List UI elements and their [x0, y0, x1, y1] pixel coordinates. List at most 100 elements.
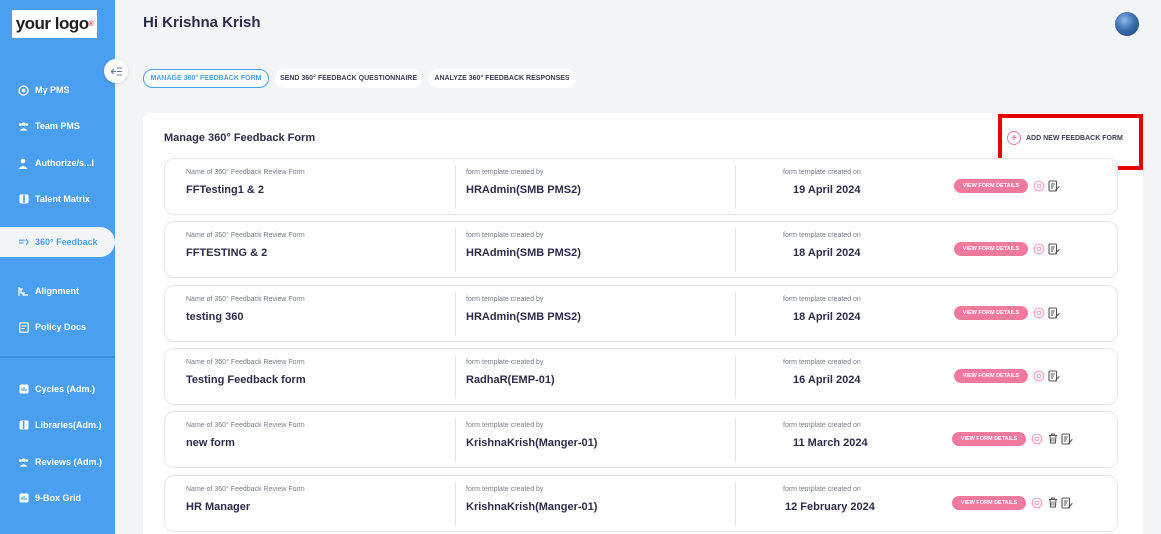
table-row: Name of 360° Feedback Review Form Testing… — [164, 348, 1118, 405]
edit-document-icon[interactable] — [1048, 369, 1060, 382]
logo-mark: ® — [88, 20, 94, 28]
table-row: Name of 360° Feedback Review Form testing… — [164, 285, 1118, 342]
column-divider — [455, 418, 456, 462]
created-by-value: KrishnaKrish(Manger-01) — [466, 437, 598, 449]
edit-document-icon[interactable] — [1061, 496, 1073, 509]
edit-document-icon[interactable] — [1048, 179, 1060, 192]
table-row: Name of 360° Feedback Review Form FFTESTI… — [164, 221, 1118, 278]
view-form-details-button[interactable]: VIEW FORM DETAILS — [954, 179, 1028, 193]
table-row: Name of 360° Feedback Review Form HR Mana… — [164, 475, 1118, 532]
column-divider — [455, 482, 456, 526]
column-divider — [455, 355, 456, 399]
edit-document-icon[interactable] — [1061, 432, 1073, 445]
column-divider — [735, 292, 736, 336]
tab-manage-feedback-form[interactable]: MANAGE 360° FEEDBACK FORM — [143, 69, 269, 88]
sidebar-item-360-feedback[interactable]: 360° Feedback — [0, 227, 115, 257]
settings-icon[interactable] — [1033, 179, 1045, 192]
grid-icon — [18, 493, 29, 504]
target-icon — [18, 84, 29, 96]
created-by-value: HRAdmin(SMB PMS2) — [466, 184, 581, 196]
column-divider — [455, 165, 456, 209]
created-on-value: 18 April 2024 — [793, 247, 861, 259]
sidebar-item-authorize-s-l[interactable]: Authorize/s...l — [0, 145, 115, 181]
company-logo[interactable]: your logo ® — [12, 10, 97, 38]
created-by-value: HRAdmin(SMB PMS2) — [466, 311, 581, 323]
trash-icon[interactable] — [1047, 496, 1059, 509]
settings-icon[interactable] — [1033, 306, 1045, 319]
sidebar-item-talent-matrix[interactable]: Talent Matrix — [0, 181, 115, 217]
collapse-sidebar-button[interactable] — [104, 59, 128, 83]
form-name-value: FFTESTING & 2 — [186, 247, 268, 259]
created-on-label: form template created on — [783, 232, 861, 239]
created-on-label: form template created on — [783, 359, 861, 366]
form-name-label: Name of 360° Feedback Review Form — [186, 232, 305, 239]
tab-send-feedback-questionnaire[interactable]: SEND 360° FEEDBACK QUESTIONNAIRE — [275, 69, 422, 88]
created-on-value: 16 April 2024 — [793, 374, 861, 386]
collapse-menu-icon — [110, 66, 122, 76]
settings-icon[interactable] — [1031, 496, 1043, 509]
sidebar-item-libraries-adm[interactable]: Libraries(Adm.) — [0, 407, 115, 443]
column-divider — [735, 355, 736, 399]
user-check-icon — [18, 158, 29, 169]
user-avatar[interactable] — [1115, 12, 1139, 36]
sidebar-item-label: My PMS — [35, 85, 70, 95]
created-on-label: form template created on — [783, 169, 861, 176]
greeting-heading: Hi Krishna Krish — [143, 14, 261, 31]
form-name-label: Name of 360° Feedback Review Form — [186, 422, 305, 429]
sidebar-item-label: Libraries(Adm.) — [35, 420, 102, 430]
created-by-label: form template created by — [466, 232, 544, 239]
logo-text: your logo — [15, 14, 89, 33]
tab-analyze-feedback-responses[interactable]: ANALYZE 360° FEEDBACK RESPONSES — [428, 69, 576, 88]
view-form-details-button[interactable]: VIEW FORM DETAILS — [954, 306, 1028, 320]
sidebar-item-label: 9-Box Grid — [35, 493, 82, 503]
created-on-value: 11 March 2024 — [793, 437, 868, 449]
column-divider — [455, 292, 456, 336]
sidebar-item-label: Talent Matrix — [35, 194, 90, 204]
edit-document-icon[interactable] — [1048, 306, 1060, 319]
column-divider — [735, 418, 736, 462]
created-by-label: form template created by — [466, 359, 544, 366]
form-name-label: Name of 360° Feedback Review Form — [186, 359, 305, 366]
created-on-value: 19 April 2024 — [793, 184, 861, 196]
team-icon — [18, 121, 29, 132]
sidebar-item-alignment[interactable]: Alignment — [0, 273, 115, 309]
sidebar-item-cycles-adm[interactable]: Cycles (Adm.) — [0, 371, 115, 407]
sidebar-item-label: 360° Feedback — [35, 237, 98, 247]
table-row: Name of 360° Feedback Review Form FFTesti… — [164, 158, 1118, 215]
library-icon — [18, 420, 29, 431]
view-form-details-button[interactable]: VIEW FORM DETAILS — [954, 369, 1028, 383]
form-name-label: Name of 360° Feedback Review Form — [186, 169, 305, 176]
sidebar-item-label: Team PMS — [35, 121, 80, 131]
view-form-details-button[interactable]: VIEW FORM DETAILS — [954, 242, 1028, 256]
add-new-feedback-form-button[interactable]: + ADD NEW FEEDBACK FORM — [1007, 131, 1123, 145]
view-form-details-button[interactable]: VIEW FORM DETAILS — [952, 496, 1026, 510]
sidebar-item-policy-docs[interactable]: Policy Docs — [0, 309, 115, 345]
form-name-label: Name of 360° Feedback Review Form — [186, 296, 305, 303]
matrix-icon — [18, 194, 29, 205]
form-name-value: new form — [186, 437, 235, 449]
settings-icon[interactable] — [1033, 369, 1045, 382]
created-on-value: 12 February 2024 — [785, 501, 875, 513]
add-new-label: ADD NEW FEEDBACK FORM — [1026, 134, 1123, 142]
trash-icon[interactable] — [1047, 432, 1059, 445]
column-divider — [735, 228, 736, 272]
document-icon — [18, 321, 29, 333]
created-on-label: form template created on — [783, 486, 861, 493]
sidebar-item-label: Cycles (Adm.) — [35, 384, 96, 394]
created-on-label: form template created on — [783, 422, 861, 429]
form-name-value: FFTesting1 & 2 — [186, 184, 265, 196]
settings-icon[interactable] — [1031, 432, 1043, 445]
sidebar-item-label: Policy Docs — [35, 322, 87, 332]
sidebar-item-9-box-grid[interactable]: 9-Box Grid — [0, 480, 115, 516]
panel-title: Manage 360° Feedback Form — [164, 132, 316, 144]
sidebar-item-reviews-adm[interactable]: Reviews (Adm.) — [0, 444, 115, 480]
edit-document-icon[interactable] — [1048, 242, 1060, 255]
sidebar-item-team-pms[interactable]: Team PMS — [0, 108, 115, 144]
view-form-details-button[interactable]: VIEW FORM DETAILS — [952, 432, 1026, 446]
form-name-value: Testing Feedback form — [186, 374, 306, 386]
created-by-label: form template created by — [466, 296, 544, 303]
settings-icon[interactable] — [1033, 242, 1045, 255]
form-name-value: HR Manager — [186, 501, 251, 513]
sidebar-item-my-pms[interactable]: My PMS — [0, 72, 115, 108]
sidebar-item-label: Alignment — [35, 286, 79, 296]
